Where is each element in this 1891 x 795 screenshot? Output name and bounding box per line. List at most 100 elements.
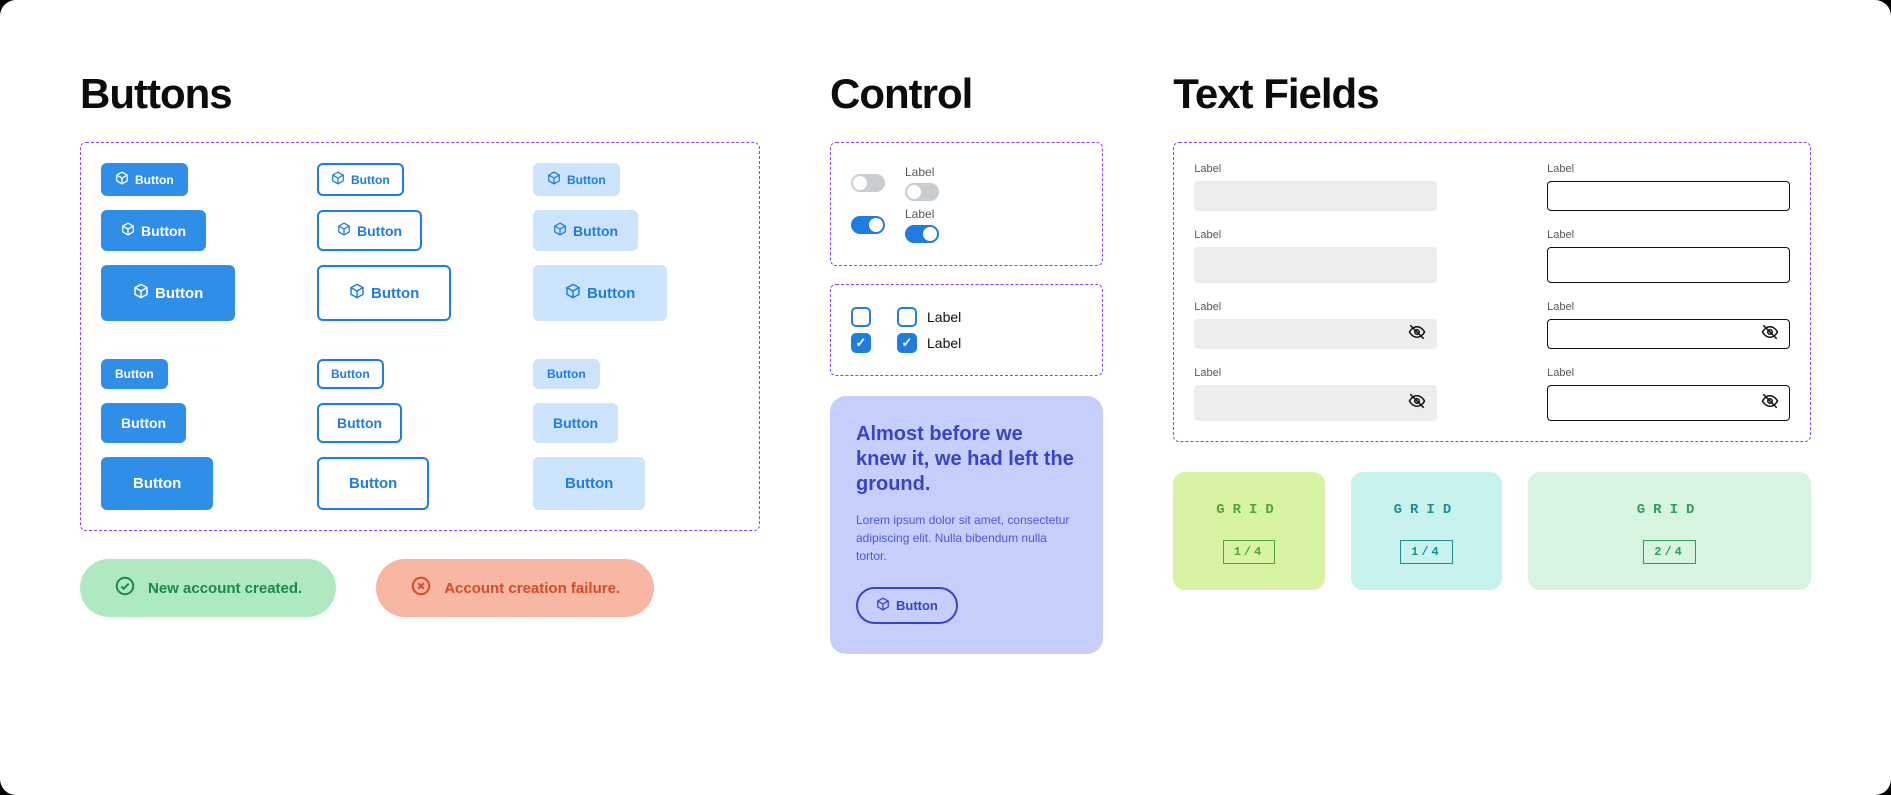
checkbox-checked-labelled[interactable] [897, 333, 917, 353]
password-field-outline-md: Label [1547, 367, 1790, 421]
textfields-panel: Label Label Label Label [1173, 142, 1811, 442]
card-button[interactable]: Button [856, 587, 958, 624]
password-input[interactable] [1547, 319, 1790, 349]
grid-title: GRID [1394, 502, 1460, 518]
toggle-off[interactable] [851, 174, 885, 192]
check-circle-icon [114, 575, 136, 601]
button-label: Button [587, 285, 635, 302]
grid-title: GRID [1637, 502, 1703, 518]
button-outline-lg-icon[interactable]: Button [317, 265, 451, 321]
design-system-canvas: Buttons Button Button Button [0, 0, 1891, 795]
field-label: Label [1547, 229, 1790, 241]
password-field-fill-md: Label [1194, 367, 1437, 421]
button-label: Button [567, 173, 606, 187]
button-outline-lg[interactable]: Button [317, 457, 429, 510]
toggle-on[interactable] [851, 216, 885, 234]
password-input[interactable] [1547, 385, 1790, 421]
button-label: Button [133, 475, 181, 492]
checkbox-label: Label [927, 335, 961, 351]
toggle-off-labelled[interactable] [905, 183, 939, 201]
text-input[interactable] [1547, 181, 1790, 211]
password-input[interactable] [1194, 319, 1437, 349]
field-label: Label [1194, 367, 1437, 379]
buttons-column: Buttons Button Button Button [80, 70, 760, 617]
grid-card-1: GRID 1/4 [1173, 472, 1324, 590]
button-primary-lg[interactable]: Button [101, 457, 213, 510]
alerts-row: New account created. Account creation fa… [80, 559, 760, 617]
password-input[interactable] [1194, 385, 1437, 421]
button-soft-md-icon[interactable]: Button [533, 210, 638, 251]
button-label: Button [331, 367, 370, 381]
grid-fraction: 1/4 [1400, 540, 1453, 564]
toggle-label: Label [905, 165, 939, 179]
eye-off-icon[interactable] [1408, 392, 1426, 415]
card-title: Almost before we knew it, we had left th… [856, 422, 1077, 497]
field-label: Label [1547, 301, 1790, 313]
text-field-outline-md: Label [1547, 229, 1790, 283]
grid-cards-row: GRID 1/4 GRID 1/4 GRID 2/4 [1173, 472, 1811, 590]
field-label: Label [1194, 301, 1437, 313]
checkbox-checked[interactable] [851, 333, 871, 353]
button-soft-lg[interactable]: Button [533, 457, 645, 510]
button-label: Button [896, 598, 938, 613]
button-primary-sm-icon[interactable]: Button [101, 163, 188, 196]
button-primary-md-icon[interactable]: Button [101, 210, 206, 251]
button-label: Button [553, 415, 598, 431]
text-input[interactable] [1194, 181, 1437, 211]
card-body: Lorem ipsum dolor sit amet, consectetur … [856, 511, 1077, 565]
eye-off-icon[interactable] [1408, 323, 1426, 346]
eye-off-icon[interactable] [1761, 323, 1779, 346]
button-soft-lg-icon[interactable]: Button [533, 265, 667, 321]
toggle-label: Label [905, 207, 939, 221]
button-primary-lg-icon[interactable]: Button [101, 265, 235, 321]
button-outline-sm-icon[interactable]: Button [317, 163, 404, 196]
checkbox-unchecked[interactable] [851, 307, 871, 327]
text-input[interactable] [1547, 247, 1790, 283]
button-soft-sm[interactable]: Button [533, 359, 600, 389]
field-label: Label [1194, 229, 1437, 241]
checkboxes-panel: Label Label [830, 284, 1103, 376]
grid-title: GRID [1216, 502, 1282, 518]
button-primary-md[interactable]: Button [101, 403, 186, 443]
grid-fraction: 2/4 [1643, 540, 1696, 564]
button-label: Button [155, 285, 203, 302]
alert-success: New account created. [80, 559, 336, 617]
button-label: Button [115, 367, 154, 381]
button-outline-md-icon[interactable]: Button [317, 210, 422, 251]
text-input[interactable] [1194, 247, 1437, 283]
textfields-heading: Text Fields [1173, 70, 1811, 118]
text-field-outline-sm: Label [1547, 163, 1790, 211]
buttons-heading: Buttons [80, 70, 760, 118]
field-label: Label [1194, 163, 1437, 175]
alert-text: Account creation failure. [444, 580, 620, 597]
grid-card-2: GRID 1/4 [1351, 472, 1502, 590]
cube-icon [121, 222, 135, 239]
cube-icon [565, 283, 581, 303]
button-soft-sm-icon[interactable]: Button [533, 163, 620, 196]
field-label: Label [1547, 367, 1790, 379]
toggle-on-labelled[interactable] [905, 225, 939, 243]
x-circle-icon [410, 575, 432, 601]
button-outline-md[interactable]: Button [317, 403, 402, 443]
button-soft-md[interactable]: Button [533, 403, 618, 443]
cube-icon [331, 171, 345, 188]
password-field-fill-sm: Label [1194, 301, 1437, 349]
button-label: Button [351, 173, 390, 187]
control-column: Control Label Label [830, 70, 1103, 654]
cube-icon [337, 222, 351, 239]
text-field-fill-sm: Label [1194, 163, 1437, 211]
button-outline-sm[interactable]: Button [317, 359, 384, 389]
checkbox-unchecked-labelled[interactable] [897, 307, 917, 327]
alert-error: Account creation failure. [376, 559, 654, 617]
button-primary-sm[interactable]: Button [101, 359, 168, 389]
button-label: Button [573, 223, 618, 239]
cube-icon [349, 283, 365, 303]
button-label: Button [357, 223, 402, 239]
cube-icon [115, 171, 129, 188]
cube-icon [547, 171, 561, 188]
eye-off-icon[interactable] [1761, 392, 1779, 415]
toggles-panel: Label Label [830, 142, 1103, 266]
text-field-fill-md: Label [1194, 229, 1437, 283]
checkbox-label: Label [927, 309, 961, 325]
button-label: Button [349, 475, 397, 492]
